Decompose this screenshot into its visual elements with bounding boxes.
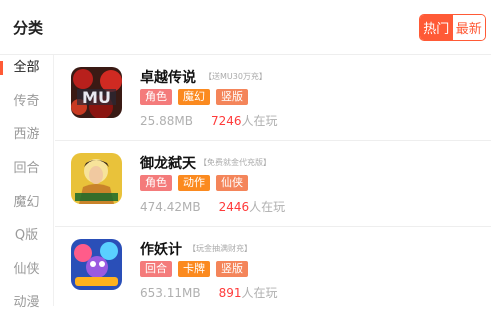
players-count: 2446 bbox=[218, 200, 250, 214]
tag-list: 回合 卡牌 竖版 bbox=[140, 261, 248, 277]
header: 分类 热门 最新 bbox=[0, 0, 491, 55]
game-list: MU 卓越传说 【送MU30万充】 角色 魔幻 竖版 25.88MB 7246人在… bbox=[55, 55, 491, 306]
active-indicator bbox=[0, 61, 3, 75]
svg-text:MU: MU bbox=[82, 88, 111, 107]
download-size: 25.88MB bbox=[140, 114, 193, 128]
sidebar-item-journey-west[interactable]: 西游 bbox=[0, 125, 53, 145]
sidebar-item-q-style[interactable]: Q版 bbox=[0, 226, 53, 246]
tag: 仙侠 bbox=[216, 175, 248, 191]
hot-tab[interactable]: 热门 bbox=[420, 15, 453, 40]
tag: 竖版 bbox=[216, 89, 248, 105]
players-suffix: 人在玩 bbox=[241, 114, 278, 128]
tag: 角色 bbox=[140, 89, 172, 105]
monster-game-icon[interactable] bbox=[71, 239, 122, 290]
players-count: 891 bbox=[218, 286, 242, 300]
sidebar-item-turn-based[interactable]: 回合 bbox=[0, 159, 53, 179]
game-row[interactable]: 御龙弑天 【免费就金代充版】 角色 动作 仙侠 474.42MB 2446人在玩 bbox=[55, 141, 491, 227]
tag: 卡牌 bbox=[178, 261, 210, 277]
warrior-game-icon[interactable] bbox=[71, 153, 122, 204]
players-count: 7246 bbox=[210, 114, 242, 128]
sidebar-item-label: 回合 bbox=[13, 161, 40, 176]
sidebar-item-label: 西游 bbox=[13, 127, 40, 142]
sort-toggle: 热门 最新 bbox=[419, 14, 486, 41]
sidebar-item-xianxia[interactable]: 仙侠 bbox=[0, 260, 53, 280]
sidebar-item-label: 传奇 bbox=[13, 94, 40, 109]
download-size: 653.11MB bbox=[140, 286, 201, 300]
sidebar-item-all[interactable]: 全部 bbox=[0, 58, 53, 78]
tag-list: 角色 动作 仙侠 bbox=[140, 175, 248, 191]
tag: 竖版 bbox=[216, 261, 248, 277]
sidebar-item-fantasy[interactable]: 魔幻 bbox=[0, 193, 53, 213]
download-size: 474.42MB bbox=[140, 200, 201, 214]
game-promo: 【玩金抽满财充】 bbox=[188, 244, 252, 253]
category-sidebar: 全部 传奇 西游 回合 魔幻 Q版 仙侠 动漫 bbox=[0, 55, 54, 310]
game-meta: 653.11MB 891人在玩 bbox=[140, 284, 278, 301]
sidebar-item-legend[interactable]: 传奇 bbox=[0, 92, 53, 112]
sidebar-item-label: 仙侠 bbox=[13, 262, 40, 277]
game-title: 卓越传说 bbox=[140, 70, 196, 86]
mu-game-icon[interactable]: MU bbox=[71, 67, 122, 118]
players-suffix: 人在玩 bbox=[241, 286, 278, 300]
game-meta: 25.88MB 7246人在玩 bbox=[140, 112, 278, 129]
game-promo: 【免费就金代充版】 bbox=[199, 158, 271, 167]
game-title: 御龙弑天 bbox=[140, 156, 196, 172]
game-title: 作妖计 bbox=[140, 242, 182, 258]
sidebar-item-label: 魔幻 bbox=[13, 195, 40, 210]
page-title: 分类 bbox=[13, 19, 44, 37]
players-suffix: 人在玩 bbox=[249, 200, 286, 214]
game-row[interactable]: MU 卓越传说 【送MU30万充】 角色 魔幻 竖版 25.88MB 7246人在… bbox=[55, 55, 491, 141]
sidebar-item-anime[interactable]: 动漫 bbox=[0, 293, 53, 313]
game-row[interactable]: 作妖计 【玩金抽满财充】 回合 卡牌 竖版 653.11MB 891人在玩 bbox=[55, 227, 491, 312]
sidebar-item-label: 动漫 bbox=[13, 295, 40, 310]
sidebar-item-label: Q版 bbox=[14, 228, 39, 243]
tag: 角色 bbox=[140, 175, 172, 191]
tag: 魔幻 bbox=[178, 89, 210, 105]
sidebar-item-label: 全部 bbox=[13, 60, 40, 75]
new-tab[interactable]: 最新 bbox=[452, 15, 485, 40]
tag: 动作 bbox=[178, 175, 210, 191]
tag-list: 角色 魔幻 竖版 bbox=[140, 89, 248, 105]
game-meta: 474.42MB 2446人在玩 bbox=[140, 198, 285, 215]
tag: 回合 bbox=[140, 261, 172, 277]
game-promo: 【送MU30万充】 bbox=[204, 72, 267, 81]
